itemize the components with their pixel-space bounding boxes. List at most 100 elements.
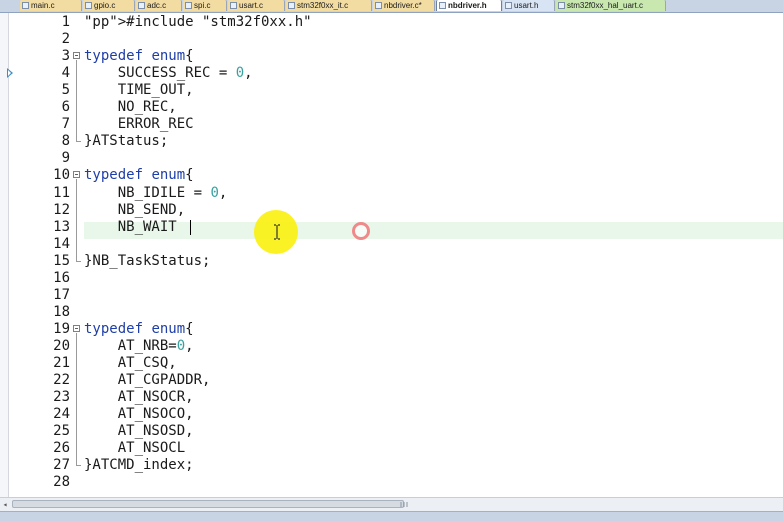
code-line[interactable]: 4 SUCCESS_REC = 0,	[0, 65, 783, 82]
line-number: 20	[53, 337, 70, 354]
code-line[interactable]: 2	[0, 31, 783, 48]
code-line[interactable]: 26 AT_NSOCL	[0, 440, 783, 457]
line-number: 5	[61, 82, 70, 99]
file-icon	[22, 2, 29, 9]
code-text: AT_CSQ,	[84, 355, 177, 371]
line-number: 7	[61, 116, 70, 133]
code-line[interactable]: 23 AT_NSOCR,	[0, 389, 783, 406]
line-number: 25	[53, 423, 70, 440]
tab-label: spi.c	[194, 1, 211, 10]
code-line[interactable]: 20 AT_NRB=0,	[0, 338, 783, 355]
fold-collapse-icon[interactable]	[73, 52, 80, 60]
fold-guide-line	[76, 332, 77, 466]
tab-main-c[interactable]: main.c	[20, 0, 82, 11]
code-text: }ATCMD_index;	[84, 457, 194, 474]
fold-collapse-icon[interactable]	[73, 171, 80, 179]
line-number: 28	[53, 474, 70, 491]
tab-adc-c[interactable]: adc.c	[136, 0, 182, 11]
tab-label: stm32f0xx_hal_uart.c	[567, 1, 644, 10]
code-line[interactable]: 6 NO_REC,	[0, 99, 783, 116]
line-number: 2	[61, 31, 70, 48]
line-number: 9	[61, 150, 70, 167]
tab-usart-h[interactable]: usart.h	[503, 0, 555, 11]
code-line[interactable]: 10 typedef enum{	[0, 167, 783, 184]
file-icon	[439, 2, 446, 9]
code-line[interactable]: 15}NB_TaskStatus;	[0, 253, 783, 270]
code-line[interactable]: 13 NB_WAIT	[0, 219, 783, 236]
fold-guide-end	[76, 260, 81, 262]
code-line[interactable]: 22 AT_CGPADDR,	[0, 372, 783, 389]
tab-label: gpio.c	[94, 1, 116, 10]
tab-label: nbdriver.c*	[384, 1, 422, 10]
tab-usart-c[interactable]: usart.c	[228, 0, 285, 11]
code-line[interactable]: 5 TIME_OUT,	[0, 82, 783, 99]
code-text: AT_NSOSD,	[84, 423, 194, 440]
code-line[interactable]: 16	[0, 270, 783, 287]
tab-label: usart.c	[239, 1, 264, 10]
line-number: 8	[61, 133, 70, 150]
file-icon	[230, 2, 237, 9]
tab-gpio-c[interactable]: gpio.c	[83, 0, 135, 11]
code-line[interactable]: 7 ERROR_REC	[0, 116, 783, 133]
code-text: typedef enum{	[84, 320, 194, 337]
text-caret	[190, 219, 191, 235]
code-line[interactable]: 9	[0, 150, 783, 167]
tab-nbdriver-c[interactable]: nbdriver.c*	[373, 0, 435, 11]
code-line[interactable]: 8 }ATStatus;	[0, 133, 783, 150]
line-number: 23	[53, 389, 70, 406]
line-number: 22	[53, 372, 70, 389]
tab-nbdriver-h[interactable]: nbdriver.h	[436, 0, 502, 11]
ibeam-cursor-icon	[274, 224, 280, 240]
horizontal-scrollbar[interactable]: ◂	[0, 497, 783, 511]
code-text: NB_WAIT	[84, 218, 177, 235]
code-text: }ATStatus;	[84, 133, 169, 150]
code-line[interactable]: 24 AT_NSOCO,	[0, 406, 783, 423]
file-icon	[558, 2, 565, 9]
code-text: AT_NRB=0,	[84, 337, 194, 354]
line-number: 26	[53, 440, 70, 457]
code-line[interactable]: 1 "pp">#include "stm32f0xx.h"	[0, 14, 783, 31]
line-number: 10	[53, 167, 70, 184]
tab-stm32f0xx-hal-uart-c[interactable]: stm32f0xx_hal_uart.c	[556, 0, 666, 11]
code-line[interactable]: 11 NB_IDILE = 0,	[0, 185, 783, 202]
code-line[interactable]: 18	[0, 304, 783, 321]
code-line[interactable]: 3 typedef enum{	[0, 48, 783, 65]
code-text: AT_NSOCL	[84, 440, 186, 457]
line-number: 12	[53, 201, 70, 218]
code-line[interactable]: 12 NB_SEND,	[0, 202, 783, 219]
code-text: SUCCESS_REC = 0,	[84, 65, 253, 82]
file-icon	[185, 2, 192, 9]
line-number: 21	[53, 355, 70, 371]
line-number: 1	[61, 14, 70, 30]
tab-label: nbdriver.h	[448, 1, 487, 10]
code-line[interactable]: 14	[0, 236, 783, 253]
tab-label: usart.h	[514, 1, 539, 10]
line-number: 3	[61, 48, 70, 65]
file-icon	[375, 2, 382, 9]
code-line[interactable]: 19 typedef enum{	[0, 321, 783, 338]
file-icon	[85, 2, 92, 9]
line-number: 16	[53, 269, 70, 286]
fold-collapse-icon[interactable]	[73, 324, 80, 332]
line-number: 18	[53, 303, 70, 320]
code-line[interactable]: 17	[0, 287, 783, 304]
tab-label: stm32f0xx_it.c	[297, 1, 349, 10]
scroll-left-icon[interactable]: ◂	[0, 498, 10, 511]
code-line[interactable]: 21 AT_CSQ,	[0, 355, 783, 372]
scrollbar-thumb[interactable]	[12, 500, 404, 508]
tab-spi-c[interactable]: spi.c	[183, 0, 227, 11]
code-editor[interactable]: 1 "pp">#include "stm32f0xx.h" 2 3 typedef en…	[0, 13, 783, 497]
fold-guide-line	[76, 60, 77, 142]
code-line[interactable]: 25 AT_NSOSD,	[0, 423, 783, 440]
fold-guide-end	[76, 141, 81, 143]
scrollbar-grip-icon[interactable]	[400, 501, 409, 508]
code-text: }NB_TaskStatus;	[84, 252, 211, 269]
file-tab-bar: main.c gpio.c adc.c spi.c usart.c stm32f0xx_i…	[0, 0, 783, 13]
line-number: 6	[61, 99, 70, 116]
line-number: 13	[53, 218, 70, 235]
code-line[interactable]: 27}ATCMD_index;	[0, 457, 783, 474]
code-line[interactable]: 28	[0, 474, 783, 491]
tab-label: adc.c	[147, 1, 167, 10]
fold-guide-end	[76, 465, 81, 467]
tab-stm32f0xx-it-c[interactable]: stm32f0xx_it.c	[286, 0, 372, 11]
